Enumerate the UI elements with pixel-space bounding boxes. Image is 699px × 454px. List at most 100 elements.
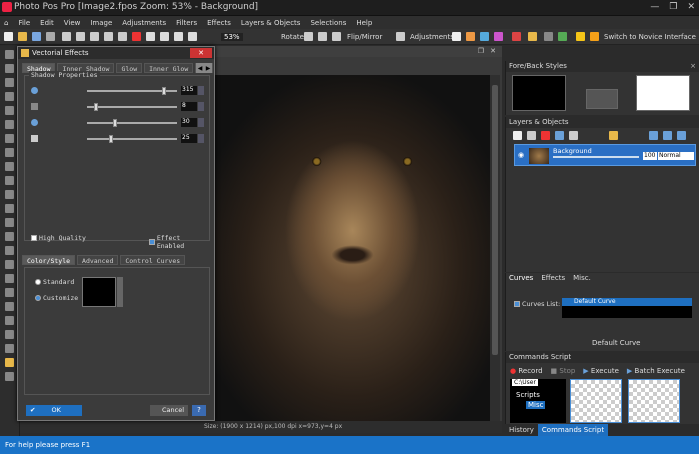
scripts-tree[interactable]: C:\User Scripts Misc: [510, 379, 566, 423]
layer-visibility-icon[interactable]: ◉: [518, 151, 524, 159]
effect-enabled-checkbox[interactable]: Effect Enabled: [149, 234, 209, 250]
canvas-size-icon[interactable]: [174, 32, 183, 41]
frame-icon[interactable]: [188, 32, 197, 41]
stop-button[interactable]: ■ Stop: [551, 367, 576, 375]
menu-image[interactable]: Image: [90, 19, 112, 27]
warp-tool-icon[interactable]: [5, 372, 14, 381]
fore-back-close-icon[interactable]: ×: [690, 61, 696, 72]
delete-icon[interactable]: [132, 32, 141, 41]
smudge-tool-icon[interactable]: [5, 330, 14, 339]
script-thumbnail-1[interactable]: [570, 379, 622, 423]
color-balance-icon[interactable]: [512, 32, 521, 41]
dialog-close-button[interactable]: ✕: [190, 48, 212, 58]
batch-execute-button[interactable]: ▶ Batch Execute: [627, 367, 685, 375]
rotate-right-icon[interactable]: [318, 32, 327, 41]
tab-misc[interactable]: Misc.: [573, 273, 591, 284]
angle-value[interactable]: 315: [181, 86, 197, 95]
restore-doc-icon[interactable]: ❐: [478, 47, 484, 55]
opacity-spinner[interactable]: [198, 134, 204, 143]
layer-name[interactable]: Background: [553, 147, 592, 155]
star-icon[interactable]: [576, 32, 585, 41]
menu-effects[interactable]: Effects: [207, 19, 231, 27]
menu-edit[interactable]: Edit: [40, 19, 54, 27]
maximize-icon[interactable]: ❐: [669, 2, 677, 12]
blur-slider[interactable]: [87, 119, 177, 127]
close-window-icon[interactable]: ✕: [687, 2, 695, 12]
flip-mirror-label[interactable]: Flip/Mirror: [347, 33, 382, 41]
resize-icon[interactable]: [160, 32, 169, 41]
save-icon[interactable]: [32, 32, 41, 41]
tab-glow[interactable]: Glow: [116, 63, 143, 73]
scroll-thumb[interactable]: [492, 85, 498, 355]
crop-icon[interactable]: [146, 32, 155, 41]
cut-icon[interactable]: [90, 32, 99, 41]
standard-radio[interactable]: Standard: [35, 278, 74, 286]
misc-folder[interactable]: Misc: [526, 401, 546, 409]
brightness-icon[interactable]: [452, 32, 461, 41]
dodge-tool-icon[interactable]: [5, 344, 14, 353]
menu-view[interactable]: View: [64, 19, 81, 27]
text-tool-icon[interactable]: [5, 204, 14, 213]
layer-top-icon[interactable]: [677, 131, 686, 140]
tab-control-curves[interactable]: Control Curves: [120, 255, 186, 265]
opacity-slider[interactable]: [87, 135, 177, 143]
layer-row-background[interactable]: ◉ Background 100 Normal: [514, 144, 696, 166]
record-button[interactable]: ● Record: [510, 367, 543, 375]
menu-layers-objects[interactable]: Layers & Objects: [241, 19, 301, 27]
layer-opacity-value[interactable]: 100: [643, 152, 657, 160]
effect-enabled-box[interactable]: [149, 239, 155, 245]
tab-advanced[interactable]: Advanced: [77, 255, 119, 265]
levels-icon[interactable]: [480, 32, 489, 41]
lasso-tool-icon[interactable]: [5, 78, 14, 87]
tab-color-style[interactable]: Color/Style: [22, 255, 76, 265]
tab-scroll-arrows[interactable]: ◀ ▶: [196, 63, 212, 73]
menu-selections[interactable]: Selections: [310, 19, 346, 27]
curves-list-checkbox[interactable]: Curves List:: [514, 300, 560, 308]
customize-radio[interactable]: Customize: [35, 294, 78, 302]
rect-select-icon[interactable]: [5, 148, 14, 157]
paste-icon[interactable]: [118, 32, 127, 41]
blur-tool-icon[interactable]: [5, 302, 14, 311]
red-eye-tool-icon[interactable]: [5, 358, 14, 367]
lion-image[interactable]: [215, 75, 490, 421]
curves-list-item[interactable]: Default Curve: [562, 298, 692, 306]
hand-tool-icon[interactable]: [5, 134, 14, 143]
auto-fix-icon[interactable]: [528, 32, 537, 41]
execute-button[interactable]: ▶ Execute: [583, 367, 619, 375]
grayscale-icon[interactable]: [544, 32, 553, 41]
magic-wand-icon[interactable]: [5, 92, 14, 101]
eraser-tool-icon[interactable]: [5, 260, 14, 269]
sharpen-tool-icon[interactable]: [5, 316, 14, 325]
blur-spinner[interactable]: [198, 118, 204, 127]
zoom-tool-icon[interactable]: [5, 120, 14, 129]
high-quality-box[interactable]: [31, 235, 37, 241]
tab-inner-glow[interactable]: Inner Glow: [144, 63, 194, 73]
blur-slider-knob[interactable]: [112, 119, 117, 127]
foreground-style[interactable]: [512, 75, 566, 111]
open-folder-icon[interactable]: [18, 32, 27, 41]
customize-radio-dot[interactable]: [35, 295, 41, 301]
layer-props-icon[interactable]: [555, 131, 564, 140]
distance-slider[interactable]: [87, 103, 177, 111]
angle-slider[interactable]: [87, 87, 177, 95]
layer-folder-icon[interactable]: [609, 131, 618, 140]
gradient-tool-icon[interactable]: [5, 288, 14, 297]
scripts-folder[interactable]: Scripts: [516, 391, 540, 399]
brush-tool-icon[interactable]: [5, 218, 14, 227]
dialog-title-bar[interactable]: Vectorial Effects ✕: [18, 47, 214, 59]
tab-scroll-left-icon[interactable]: ◀: [198, 65, 203, 72]
canvas-vertical-scrollbar[interactable]: [490, 75, 500, 421]
tab-commands-script[interactable]: Commands Script: [537, 424, 609, 436]
contrast-icon[interactable]: [466, 32, 475, 41]
hue-icon[interactable]: [494, 32, 503, 41]
crop-tool-icon[interactable]: [5, 106, 14, 115]
curves-list-box[interactable]: [514, 301, 520, 307]
undo-icon[interactable]: [62, 32, 71, 41]
tab-history[interactable]: History: [505, 424, 538, 436]
path-field[interactable]: C:\User: [512, 379, 538, 386]
opacity-slider-knob[interactable]: [108, 135, 113, 143]
layer-up-icon[interactable]: [663, 131, 672, 140]
script-thumbnail-2[interactable]: [628, 379, 680, 423]
fill-tool-icon[interactable]: [5, 274, 14, 283]
distance-spinner[interactable]: [198, 102, 204, 111]
